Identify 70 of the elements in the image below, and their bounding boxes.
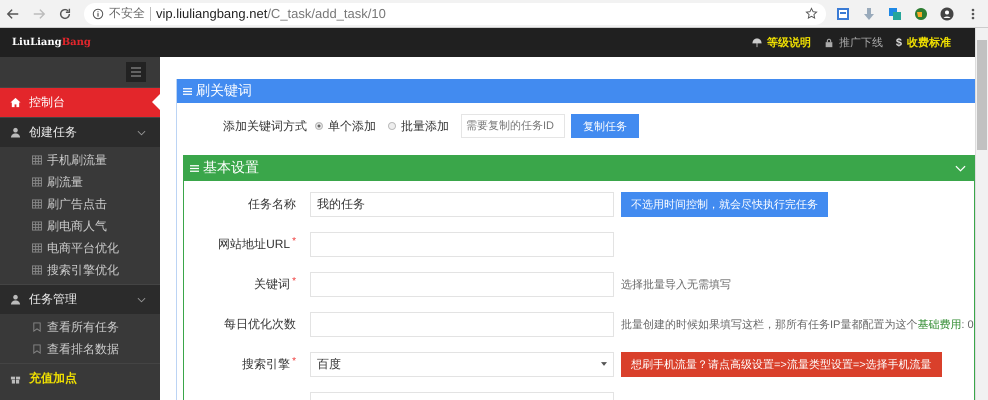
table-icon — [32, 221, 42, 231]
nav-link[interactable]: 收费标准 — [907, 35, 951, 50]
panel-title: 基本设置 — [203, 159, 259, 177]
sidebar-item[interactable]: 创建任务 — [0, 117, 160, 147]
field-label: 搜索引擎 — [242, 356, 290, 372]
hint-text: 批量创建的时候如果填写这栏，那所有任务IP量都配置为这个基础费用: 0 — [621, 318, 974, 332]
bookmark-icon — [32, 344, 42, 354]
list-icon — [183, 86, 192, 96]
globe-icon[interactable] — [914, 6, 928, 20]
list-icon — [190, 164, 199, 172]
extension-icon[interactable] — [836, 6, 850, 20]
field-label: 每日优化次数 — [224, 316, 296, 332]
radio-option[interactable]: 批量添加 — [388, 118, 449, 134]
input-field[interactable]: 我的任务 — [310, 192, 614, 216]
dollar-sign: $ — [896, 36, 902, 48]
menu-icon[interactable] — [126, 62, 146, 82]
scrollbar[interactable] — [975, 28, 988, 400]
logo[interactable]: LiuLiangBang — [12, 37, 91, 48]
field-label: 关键词 — [254, 276, 290, 292]
sidebar-subitem[interactable]: 刷广告点击 — [0, 193, 160, 215]
info-icon[interactable] — [92, 8, 104, 20]
nav-link[interactable]: 等级说明 — [766, 35, 811, 50]
hint-text: 选择批量导入无需填写 — [621, 278, 731, 292]
home-icon — [10, 97, 21, 108]
sidebar-item[interactable]: 控制台 — [0, 87, 160, 117]
account-icon[interactable] — [940, 6, 954, 20]
sidebar-subitem[interactable]: 刷电商人气 — [0, 215, 160, 237]
umbrella-icon — [752, 38, 762, 48]
sidebar-subitem[interactable]: 查看所有任务 — [0, 316, 160, 338]
table-icon — [32, 243, 42, 253]
caret-icon — [601, 362, 607, 366]
address-bar[interactable]: 不安全 vip.liuliangbang.net/C_task/add_task/10 — [84, 2, 826, 24]
select-field[interactable]: 百度 — [310, 352, 614, 376]
alert-banner: 想刷手机流量？请点高级设置=>流量类型设置=>选择手机流量 — [621, 352, 942, 376]
user-icon — [10, 127, 21, 138]
bookmark-icon — [32, 322, 42, 332]
nav-link[interactable]: 推广下线 — [838, 35, 883, 50]
chevron-down-icon[interactable] — [954, 164, 966, 172]
required-mark: * — [292, 276, 296, 288]
required-mark: * — [292, 356, 296, 368]
security-label: 不安全 — [109, 5, 145, 22]
table-icon — [32, 155, 42, 165]
field-label: 网站地址URL — [218, 236, 290, 252]
url-text: vip.liuliangbang.net/C_task/add_task/10 — [156, 6, 386, 21]
task-id-field[interactable]: 需要复制的任务ID — [461, 114, 565, 138]
sidebar-item[interactable]: 任务管理 — [0, 284, 160, 314]
input-field[interactable] — [310, 232, 614, 256]
lock-icon — [824, 38, 834, 48]
table-icon — [32, 265, 42, 275]
sidebar-subitem[interactable]: 手机刷流量 — [0, 149, 160, 171]
sidebar-subitem[interactable]: 搜索引擎优化 — [0, 259, 160, 281]
sidebar-subitem[interactable]: 刷流量 — [0, 171, 160, 193]
back-icon[interactable] — [6, 6, 20, 20]
input-field[interactable] — [310, 272, 614, 296]
table-icon — [32, 199, 42, 209]
sidebar-subitem[interactable]: 电商平台优化 — [0, 237, 160, 259]
required-mark: * — [292, 236, 296, 248]
table-icon — [32, 177, 42, 187]
sidebar-subitem[interactable]: 查看排名数据 — [0, 338, 160, 360]
star-icon[interactable] — [805, 7, 818, 20]
field-label: 添加关键词方式 — [223, 118, 307, 134]
field-label: 任务名称 — [248, 196, 296, 212]
radio-option[interactable]: 单个添加 — [315, 118, 376, 134]
reload-icon[interactable] — [58, 6, 72, 20]
input-field[interactable] — [310, 312, 614, 336]
info-banner: 不选用时间控制，就会尽快执行完任务 — [621, 192, 828, 216]
extension-icon[interactable] — [888, 6, 902, 20]
user-icon — [10, 294, 21, 305]
panel-title: 刷关键词 — [196, 82, 252, 100]
download-icon[interactable] — [862, 6, 876, 20]
